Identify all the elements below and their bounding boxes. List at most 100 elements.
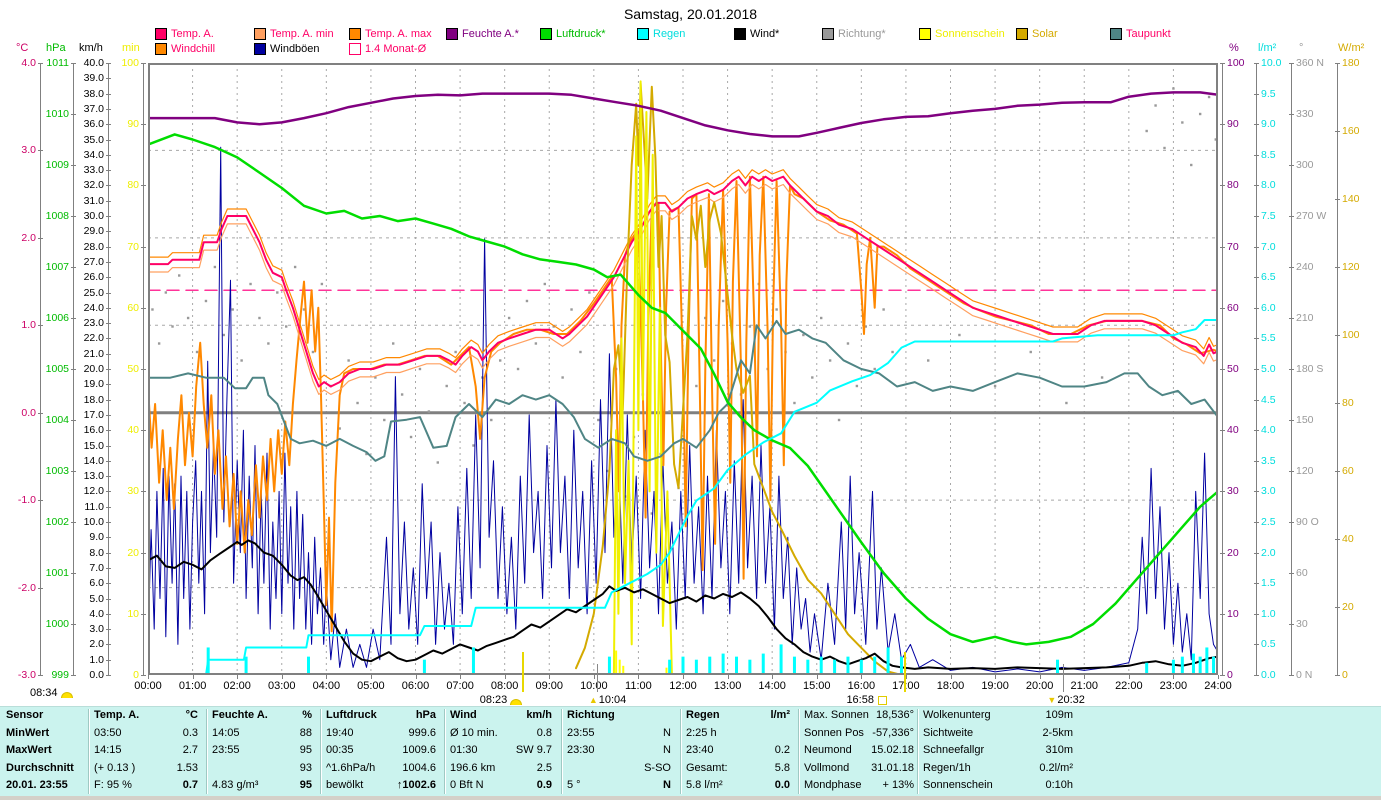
series-regen-balken [792,656,796,675]
marker-time: 10:04 [598,694,627,706]
table-row: 01:30 SW 9.7 [450,742,552,760]
series-richtung [285,325,288,328]
table-row: 20.01. 23:55 [6,777,84,795]
axis-tick-label: 30 [127,485,139,498]
axis-tick [106,399,111,401]
axis-tick-label: 1011 [46,57,69,69]
series-richtung [249,282,252,286]
axis-tick [1254,675,1259,676]
axis-tick [141,307,146,309]
axis-tick-label: 160 [1342,125,1360,137]
table-cell-label: 03:50 [94,726,122,739]
table-cell-value: 1009.6 [402,744,436,757]
axis-tick-label: 20.0 [83,363,104,375]
axis-tick [1289,420,1294,421]
series-richtung [222,333,225,337]
series-richtung [164,291,168,294]
series-regen-balken [607,656,611,675]
axis-tick-label: 9.0 [89,531,104,544]
series-richtung [195,350,199,354]
marker-time: 20:32 [1057,694,1085,706]
table-row: Regen l/m² [686,707,790,725]
axis-tick-label: 10.0 [1261,57,1282,69]
legend-swatch-icon [155,43,167,55]
axis-tick-label: 9.5 [1261,87,1276,100]
axis-tick [106,384,111,386]
table-column-separator [917,709,919,794]
axis-tick-label: 120 [1342,261,1360,273]
axis-tick [106,629,111,631]
table-cell-label: MaxWert [6,744,52,757]
legend-item-taupunkt: Taupunkt [1110,28,1171,40]
table-cell-label: Durchschnitt [6,761,74,774]
axis-tick [1289,522,1294,523]
table-cell-value: 5.8 [774,761,790,774]
table-cell-label: Gesamt: [686,761,728,774]
axis-tick-label: 40 [1227,424,1239,437]
axis-tick [106,537,111,539]
axis-tick-label: 1.0 [1261,607,1276,620]
table-cell-label: Regen [686,709,720,721]
legend-item-1-4-monat-: 1.4 Monat-Ø [349,43,426,55]
series-richtung [463,401,466,405]
axis-tick [106,93,111,95]
table-row: Neumond 15.02.18 [804,742,914,760]
series-richtung [356,401,359,405]
table-column-separator [444,709,446,794]
axis-tick [1335,63,1340,64]
legend-swatch-icon [734,28,746,40]
axis-tick-label: 90 [1227,118,1239,131]
axis-tick-label: 240 [1296,261,1314,273]
axis-tick-label: -2.0 [17,581,36,594]
series-richtung [204,299,208,303]
table-cell-value: S-SO [644,761,671,774]
table-cell-value: l/m² [770,709,790,721]
x-axis-label: 18:00 [936,680,965,692]
axis-tick [106,170,111,172]
table-cell-label: 01:30 [450,744,478,757]
axis-tick [1335,199,1340,200]
table-row: Ø 10 min. 0.8 [450,725,552,743]
axis-tick-label: 8.0 [1261,179,1276,192]
marker-moonset: ▼ 20:32 [1047,694,1084,706]
series-richtung [1190,163,1193,167]
axis-tick [1220,613,1225,615]
axis-tick [1220,491,1225,493]
axis-unit-deg: ° [1299,42,1304,54]
x-axis-tick [504,675,506,679]
axis-tick-label: 4.5 [1261,393,1276,406]
table-row: MaxWert [6,742,84,760]
axis-tick [106,323,111,325]
axis-tick [106,506,111,508]
table-column-separator [680,709,682,794]
table-row: 5.8 l/m² 0.0 [686,777,790,795]
series-richtung [543,282,546,286]
table-cell-label: 2:25 h [686,726,717,739]
axis-tick [1254,583,1259,585]
table-row: Wind km/h [450,707,552,725]
legend-item-feuchte-a-: Feuchte A.* [446,28,519,40]
table-cell-value: 0.2l/m² [1039,761,1073,774]
axis-tick-label: 27.0 [83,255,104,268]
axis-tick-label: 100 [1342,329,1360,341]
table-cell-label: 20.01. 23:55 [6,779,68,792]
table-cell-label: Wind [450,709,477,721]
axis-tick [106,476,111,478]
series-richtung [1154,104,1157,107]
axis-tick-label: 36.0 [83,118,104,131]
marker-tick-moonrise [596,664,598,692]
legend-swatch-icon [822,28,834,40]
table-cell-label: 19:40 [326,726,354,739]
x-axis-label: 19:00 [981,680,1009,692]
x-axis-tick [593,675,595,679]
axis-tick [1254,491,1259,493]
table-row: Sichtweite 2-5km [923,725,1073,743]
axis-tick-label: 26.0 [83,271,104,284]
axis-tick [1289,63,1294,64]
legend-label: Temp. A. min [270,28,334,40]
series-regen-balken [1180,656,1184,675]
axis-tick [106,659,111,661]
axis-tick [106,139,111,141]
x-axis-label: 20:00 [1025,680,1054,692]
legend-label: Regen [653,28,686,40]
